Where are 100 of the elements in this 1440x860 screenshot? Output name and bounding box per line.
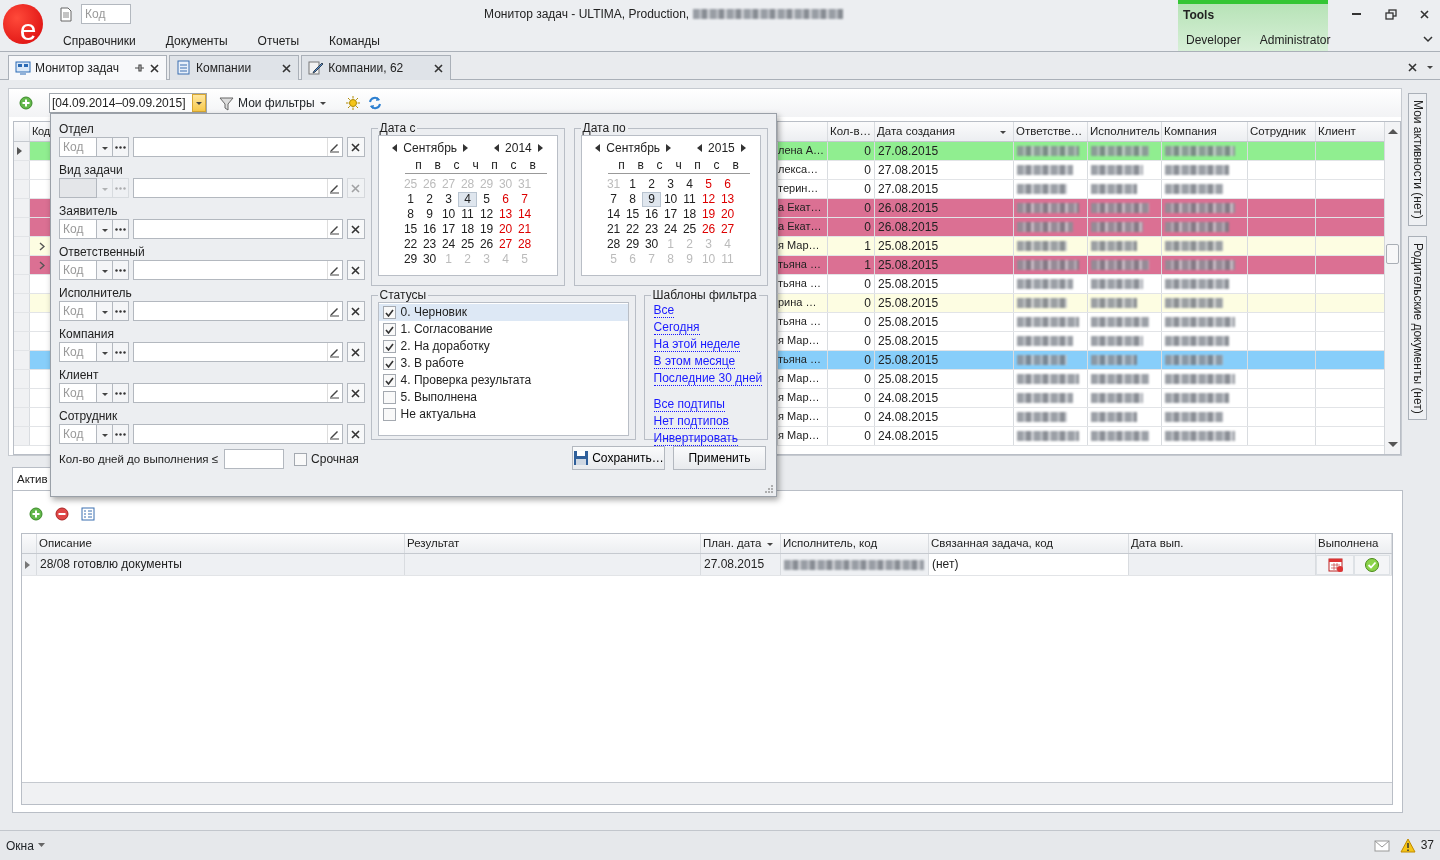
windows-menu[interactable]: Окна	[6, 836, 45, 855]
previous-icon[interactable]	[595, 144, 601, 153]
date-range-field[interactable]: [04.09.2014–09.09.2015]	[49, 93, 207, 113]
apply-button[interactable]: Применить	[673, 446, 766, 470]
filters-button[interactable]: Мои фильтры	[219, 94, 327, 112]
calendar-day[interactable]: 7	[604, 192, 624, 208]
calendar-day[interactable]: 10	[439, 207, 459, 223]
calendar-day[interactable]: 25	[458, 237, 478, 253]
dropdown-button[interactable]	[97, 383, 113, 403]
next-icon[interactable]	[666, 144, 672, 153]
mail-icon[interactable]	[1373, 838, 1390, 853]
close-icon[interactable]	[433, 62, 445, 74]
calendar-day[interactable]: 22	[401, 237, 421, 253]
calendar-day[interactable]: 1	[623, 177, 643, 193]
column-header[interactable]: Исполнитель, код	[781, 534, 929, 553]
clear-button[interactable]	[346, 383, 365, 403]
calendar-day[interactable]: 20	[718, 207, 738, 223]
column-header[interactable]: Дата создания	[875, 122, 1014, 141]
calendar-day[interactable]: 17	[439, 222, 459, 238]
calendar-day[interactable]: 12	[477, 207, 497, 223]
code-field[interactable]: Код	[59, 383, 97, 403]
text-field[interactable]	[133, 342, 343, 362]
menu-item[interactable]: Справочники	[63, 32, 136, 51]
calendar-day[interactable]: 26	[477, 237, 497, 253]
close-icon[interactable]	[149, 62, 161, 74]
calendar-day[interactable]: 5	[699, 177, 719, 193]
code-field[interactable]: Код	[59, 301, 97, 321]
more-button[interactable]	[113, 424, 129, 444]
template-link[interactable]: На этой неделе	[653, 338, 741, 353]
calendar[interactable]: Сентябрь 2014 п в с ч п с в 25 26 27 28 29 30 31 1 2 3 4 5 6 7 8 9 10 11 12 13 14 15 16 17 18 19 20 21 22 23 24 25 26 27 28 29 30 1 2 3 4 5	[377, 135, 558, 277]
checkbox[interactable]	[382, 306, 396, 320]
calendar-day[interactable]: 29	[623, 237, 643, 253]
save-button[interactable]: Сохранить…	[572, 446, 665, 470]
previous-icon[interactable]	[392, 144, 398, 153]
calendar-day[interactable]: 23	[642, 222, 662, 238]
more-button[interactable]	[113, 301, 129, 321]
table-row[interactable]: 28/08 готовлю документы 27.08.2015 (нет)	[22, 554, 1392, 576]
checkbox[interactable]	[294, 452, 308, 466]
row-header-cell[interactable]	[14, 408, 30, 426]
next-icon[interactable]	[537, 144, 543, 153]
checkbox[interactable]	[382, 374, 396, 388]
clear-button[interactable]	[346, 301, 365, 321]
text-field[interactable]	[133, 260, 343, 280]
row-header-cell[interactable]	[14, 294, 30, 312]
row-header-cell[interactable]	[14, 161, 30, 179]
template-link[interactable]: Нет подтипов	[653, 415, 729, 430]
row-header-cell[interactable]	[14, 332, 30, 350]
scroll-down-icon[interactable]	[1388, 442, 1398, 448]
calendar-day[interactable]: 21	[515, 222, 535, 238]
checkbox[interactable]	[382, 340, 396, 354]
code-field[interactable]: Код	[81, 4, 131, 24]
previous-icon[interactable]	[494, 144, 500, 153]
column-header[interactable]: Результат	[405, 534, 701, 553]
template-link[interactable]: Все подтипы	[653, 398, 725, 413]
clear-button[interactable]	[346, 342, 365, 362]
dropdown-button[interactable]	[97, 342, 113, 362]
calendar-day[interactable]: 12	[699, 192, 719, 208]
menu-item[interactable]: Команды	[329, 32, 380, 51]
row-header-cell[interactable]	[14, 256, 30, 274]
checkbox[interactable]	[382, 408, 396, 422]
row-header-cell[interactable]	[14, 427, 30, 445]
calendar-day[interactable]: 11	[458, 207, 478, 223]
code-field[interactable]: Код	[59, 260, 97, 280]
status-item[interactable]: 0. Черновик	[378, 304, 628, 322]
calendar-day[interactable]: 16	[642, 207, 662, 223]
code-field[interactable]: Код	[59, 424, 97, 444]
calendar[interactable]: Сентябрь 2015 п в с ч п с в 31 1 2 3 4 5 6 7 8 9 10 11 12 13 14 15 16 17 18 19 20 21 22 23 24 25 26 27 28 29 30 1 2 3 4 5 6 7 8 9 10 11	[580, 135, 761, 277]
calendar-day[interactable]: 9	[642, 192, 662, 208]
dropdown-button[interactable]	[97, 424, 113, 444]
text-field[interactable]	[133, 137, 343, 157]
checkbox[interactable]	[382, 323, 396, 337]
row-header-cell[interactable]	[14, 218, 30, 236]
calendar-day[interactable]: 14	[604, 207, 624, 223]
document-icon[interactable]	[59, 6, 73, 22]
calendar-day[interactable]: 13	[496, 207, 516, 223]
row-header-cell[interactable]	[22, 554, 37, 575]
days-field[interactable]	[224, 449, 285, 469]
calendar-day[interactable]: 19	[477, 222, 497, 238]
status-item[interactable]: Не актуальна	[378, 406, 628, 424]
calendar-day[interactable]: 19	[699, 207, 719, 223]
calendar-day[interactable]: 6	[718, 177, 738, 193]
template-link[interactable]: Сегодня	[653, 321, 700, 336]
column-header[interactable]: Дата вып.	[1129, 534, 1316, 553]
calendar-day[interactable]: 3	[439, 192, 459, 208]
calendar-day[interactable]: 26	[699, 222, 719, 238]
calendar-day[interactable]: 24	[661, 222, 681, 238]
dropdown-button[interactable]	[97, 137, 113, 157]
calendar-day[interactable]: 24	[439, 237, 459, 253]
calendar-day[interactable]: 22	[623, 222, 643, 238]
scroll-up-icon[interactable]	[1388, 128, 1398, 134]
clear-button[interactable]	[346, 424, 365, 444]
close-icon[interactable]	[1407, 61, 1418, 73]
done-button[interactable]	[1354, 554, 1390, 575]
more-button[interactable]	[113, 383, 129, 403]
grid-icon[interactable]	[81, 507, 95, 521]
panel-tab[interactable]: Актив	[12, 467, 53, 491]
column-header[interactable]: Ответстве…	[1014, 122, 1088, 141]
text-field[interactable]	[133, 178, 343, 198]
status-item[interactable]: 2. На доработку	[378, 338, 628, 356]
status-item[interactable]: 3. В работе	[378, 355, 628, 373]
